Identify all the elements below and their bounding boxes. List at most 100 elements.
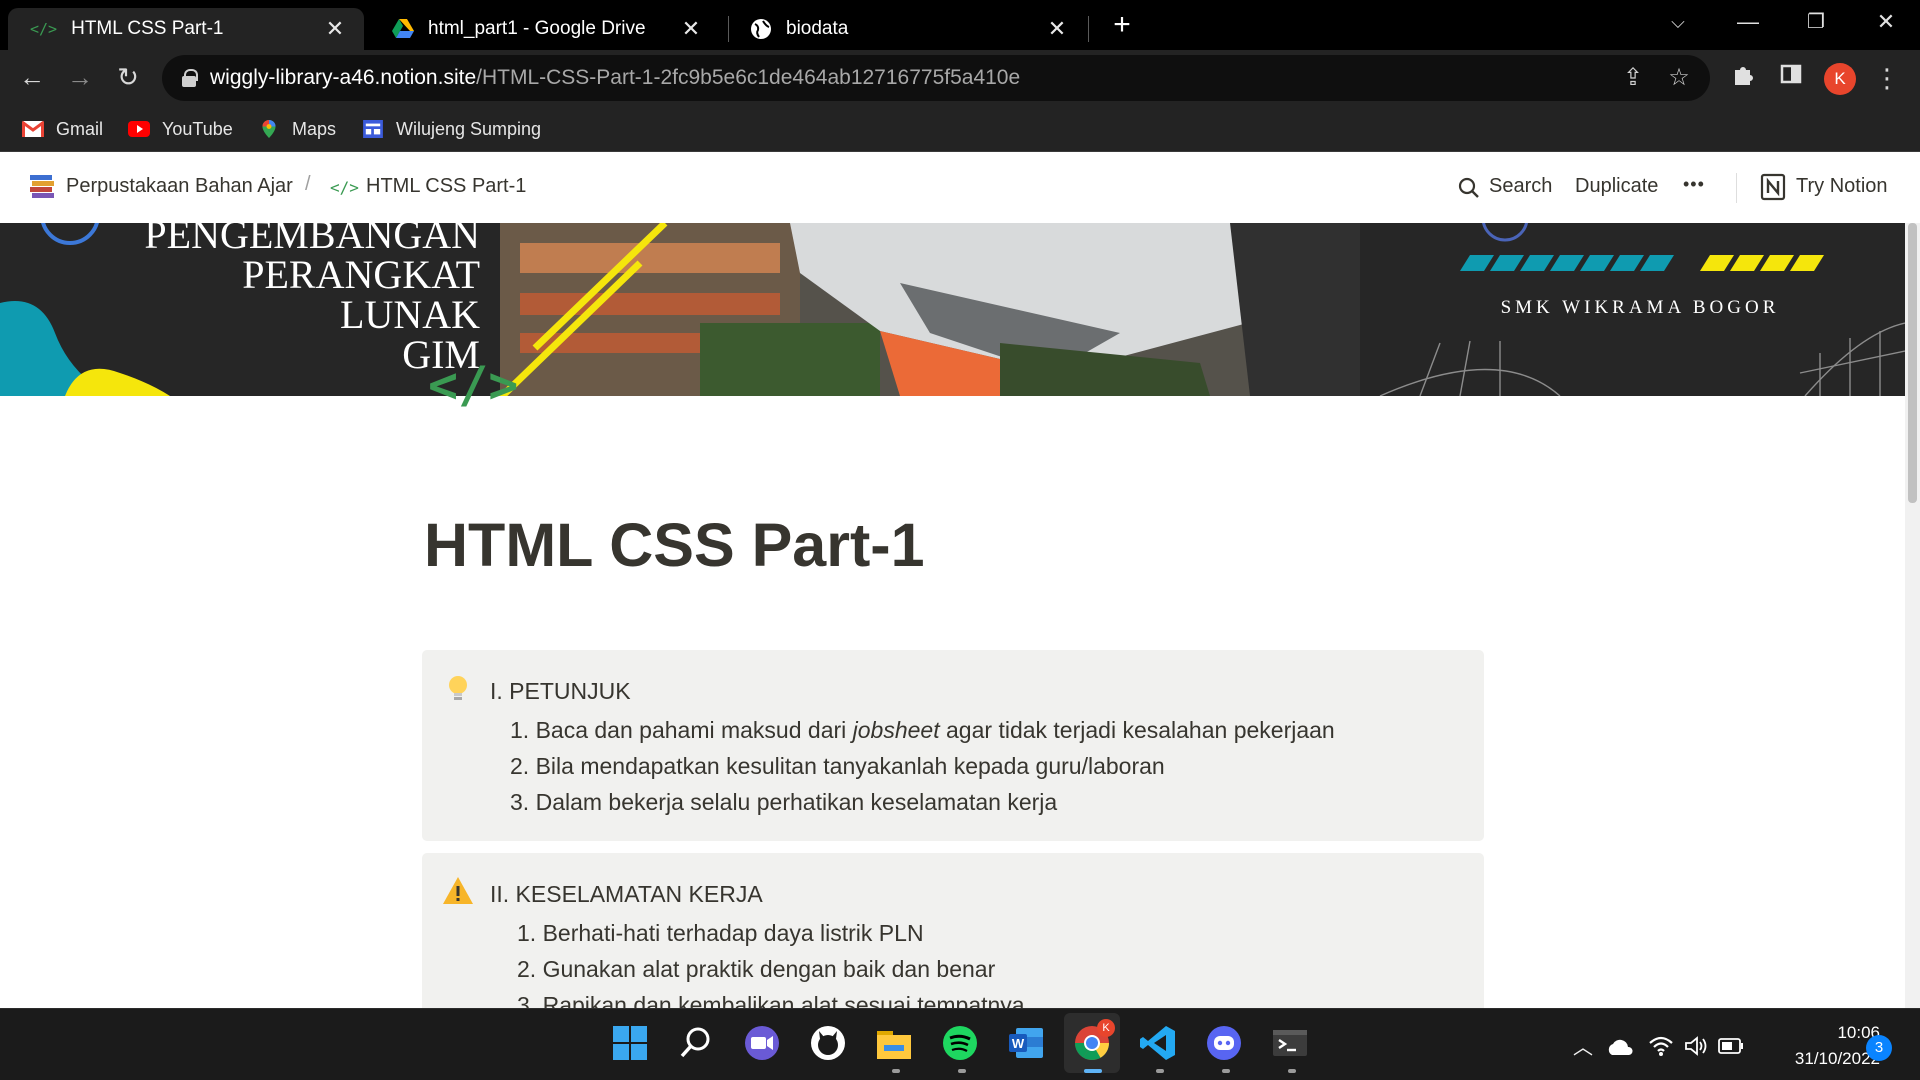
cover-left-text: PENGEMBANGAN PERANGKAT LUNAK GIM — [144, 223, 480, 377]
star-icon[interactable]: ☆ — [1664, 63, 1694, 93]
windows-taskbar: W K ︿ 10:06 31/10/2022 3 — [0, 1008, 1920, 1080]
try-notion-button[interactable]: Try Notion — [1796, 175, 1888, 198]
duplicate-button[interactable]: Duplicate — [1575, 175, 1658, 198]
callout-heading: I. PETUNJUK — [490, 678, 631, 704]
zoom-icon[interactable] — [742, 1023, 782, 1063]
notion-topbar: Perpustakaan Bahan Ajar / </> HTML CSS P… — [0, 153, 1920, 223]
browser-toolbar: ← → ↻ wiggly-library-a46.notion.site/HTM… — [0, 50, 1920, 106]
callout-list: 1. Berhati-hati terhadap daya listrik PL… — [517, 915, 1025, 1023]
search-button[interactable]: Search — [1489, 175, 1552, 198]
terminal-icon[interactable] — [1270, 1023, 1310, 1063]
tab-google-drive[interactable]: html_part1 - Google Drive ✕ — [370, 8, 720, 50]
restore-icon[interactable]: ❐ — [1796, 6, 1836, 38]
globe-icon — [751, 19, 771, 39]
window-close-icon[interactable]: ✕ — [1866, 6, 1906, 38]
books-icon — [30, 175, 54, 198]
callout-heading: II. KESELAMATAN KERJA — [490, 881, 763, 907]
list-item: 1. Berhati-hati terhadap daya listrik PL… — [517, 920, 924, 946]
page-scrollbar[interactable] — [1905, 223, 1920, 1008]
search-icon[interactable] — [1458, 177, 1480, 199]
cover-code-symbol: </> — [428, 356, 519, 414]
page-title: HTML CSS Part-1 — [424, 511, 925, 579]
tab-html-css-part-1[interactable]: </> HTML CSS Part-1 ✕ — [8, 8, 364, 50]
breadcrumb-separator: / — [305, 173, 311, 195]
clock-date[interactable]: 31/10/2022 — [1760, 1049, 1880, 1069]
url-text: wiggly-library-a46.notion.site/HTML-CSS-… — [210, 66, 1021, 89]
breadcrumb-current[interactable]: HTML CSS Part-1 — [366, 175, 526, 198]
forward-arrow-icon[interactable]: → — [62, 60, 98, 96]
code-tag-icon: </> — [30, 20, 58, 38]
breadcrumb-parent[interactable]: Perpustakaan Bahan Ajar — [66, 175, 293, 198]
tab-separator — [1088, 16, 1089, 42]
lock-icon — [182, 69, 198, 87]
tray-chevron-up-icon[interactable]: ︿ — [1570, 1031, 1596, 1060]
bookmark-maps[interactable]: Maps — [258, 115, 336, 143]
tab-title: biodata — [786, 18, 849, 39]
reload-icon[interactable]: ↻ — [110, 60, 146, 96]
back-arrow-icon[interactable]: ← — [14, 60, 50, 96]
search-icon[interactable] — [676, 1023, 716, 1063]
github-icon[interactable] — [808, 1023, 848, 1063]
side-panel-icon[interactable] — [1776, 63, 1806, 93]
minimize-icon[interactable]: — — [1728, 6, 1768, 38]
more-options-button[interactable]: ••• — [1683, 174, 1705, 195]
vscode-icon[interactable] — [1138, 1023, 1178, 1063]
bookmark-site-icon — [363, 120, 383, 138]
close-icon[interactable]: ✕ — [322, 16, 348, 42]
running-indicator — [1288, 1069, 1296, 1073]
bookmark-youtube[interactable]: YouTube — [128, 115, 233, 143]
bookmark-label: YouTube — [162, 118, 233, 139]
tab-strip: </> HTML CSS Part-1 ✕ html_part1 - Googl… — [0, 0, 1920, 50]
list-item: 2. Bila mendapatkan kesulitan tanyakanla… — [510, 753, 1165, 779]
bookmark-label: Gmail — [56, 118, 104, 139]
lightbulb-icon — [449, 676, 467, 700]
gmail-icon — [22, 120, 44, 137]
svg-text:W: W — [1012, 1036, 1025, 1051]
scrollbar-thumb[interactable] — [1908, 223, 1917, 503]
close-icon[interactable]: ✕ — [1044, 16, 1070, 42]
cover-image: PENGEMBANGAN PERANGKAT LUNAK GIM SMK WIK… — [0, 223, 1905, 396]
list-item: 3. Dalam bekerja selalu perhatikan kesel… — [510, 789, 1058, 815]
tab-title: HTML CSS Part-1 — [71, 18, 224, 39]
notion-logo-icon — [1760, 173, 1786, 201]
bookmark-gmail[interactable]: Gmail — [22, 115, 103, 143]
extensions-puzzle-icon[interactable] — [1728, 63, 1758, 93]
share-icon[interactable]: ⇪ — [1618, 63, 1648, 93]
google-drive-icon — [392, 19, 414, 38]
wifi-icon[interactable] — [1648, 1035, 1674, 1057]
file-explorer-icon[interactable] — [874, 1023, 914, 1063]
active-indicator — [1084, 1069, 1102, 1073]
callout-list: 1. Baca dan pahami maksud dari jobsheet … — [510, 712, 1335, 820]
battery-icon[interactable] — [1718, 1037, 1744, 1055]
running-indicator — [1222, 1069, 1230, 1073]
list-item: 2. Gunakan alat praktik dengan baik dan … — [517, 956, 996, 982]
windows-start-icon[interactable] — [610, 1023, 650, 1063]
bookmark-wilujeng-sumping[interactable]: Wilujeng Sumping — [362, 115, 541, 143]
tab-title: html_part1 - Google Drive — [428, 18, 646, 39]
running-indicator — [892, 1069, 900, 1073]
running-indicator — [958, 1069, 966, 1073]
notification-badge[interactable]: 3 — [1866, 1035, 1892, 1061]
divider — [1736, 173, 1737, 203]
volume-icon[interactable] — [1684, 1035, 1708, 1057]
callout-petunjuk: I. PETUNJUK 1. Baca dan pahami maksud da… — [422, 650, 1484, 841]
spotify-icon[interactable] — [940, 1023, 980, 1063]
tab-search-chevron-icon[interactable]: ⌵ — [1658, 6, 1698, 38]
youtube-icon — [128, 121, 150, 137]
list-item: 1. Baca dan pahami maksud dari jobsheet … — [510, 717, 1335, 743]
tab-biodata[interactable]: biodata ✕ — [728, 8, 1086, 50]
code-tag-icon: </> — [330, 178, 359, 197]
running-indicator — [1156, 1069, 1164, 1073]
word-icon[interactable]: W — [1006, 1023, 1046, 1063]
address-bar[interactable]: wiggly-library-a46.notion.site/HTML-CSS-… — [162, 55, 1710, 101]
kebab-menu-icon[interactable]: ⋮ — [1872, 63, 1902, 93]
close-icon[interactable]: ✕ — [678, 16, 704, 42]
bookmark-label: Wilujeng Sumping — [396, 118, 542, 139]
cover-school-name: SMK WIKRAMA BOGOR — [1500, 297, 1780, 318]
discord-icon[interactable] — [1204, 1023, 1244, 1063]
profile-avatar[interactable]: K — [1824, 63, 1856, 95]
warning-icon — [443, 877, 473, 904]
new-tab-button[interactable]: + — [1106, 10, 1138, 42]
bookmark-label: Maps — [292, 118, 337, 139]
onedrive-cloud-icon[interactable] — [1606, 1039, 1634, 1055]
